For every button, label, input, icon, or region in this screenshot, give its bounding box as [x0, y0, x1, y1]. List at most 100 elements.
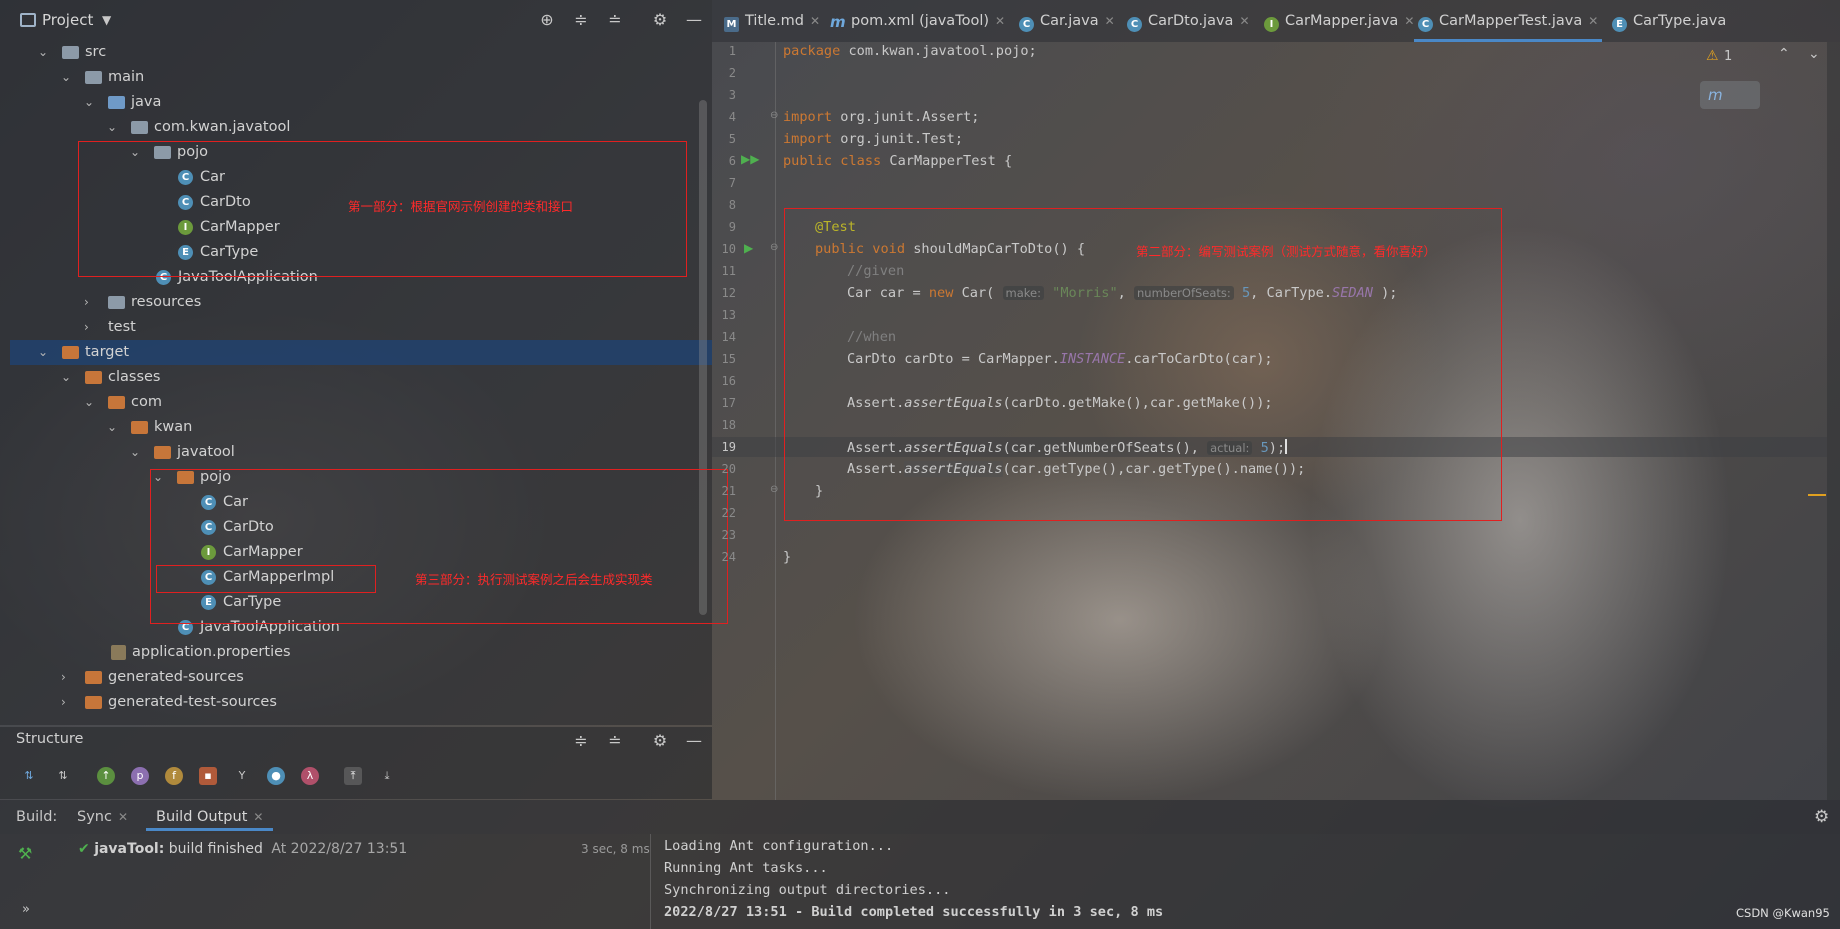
line-number: 2: [728, 66, 736, 80]
tree-label: classes: [108, 369, 161, 385]
fold-icon[interactable]: ⊖: [770, 484, 778, 495]
hammer-icon[interactable]: ⚒: [18, 844, 32, 863]
build-status-row[interactable]: ✔ javaTool: build finished At 2022/8/27 …: [78, 838, 650, 860]
collapse-all-icon[interactable]: ≐: [605, 731, 625, 751]
close-icon[interactable]: ✕: [1588, 14, 1598, 28]
code-line[interactable]: public class CarMapperTest {: [783, 153, 1012, 169]
chevron-right-icon[interactable]: ›: [84, 321, 96, 333]
close-icon[interactable]: ✕: [1105, 14, 1115, 28]
tree-label: main: [108, 69, 145, 85]
fields-icon[interactable]: f: [165, 767, 183, 785]
chevron-down-icon[interactable]: ⌄: [38, 46, 50, 58]
tree-item-javatool[interactable]: ⌄ javatool: [0, 440, 712, 465]
chevron-right-icon[interactable]: ›: [61, 671, 73, 683]
chevron-down-icon[interactable]: ⌄: [107, 421, 119, 433]
chevron-down-icon[interactable]: ⌄: [61, 71, 73, 83]
tab-title-md[interactable]: M Title.md ✕: [724, 0, 820, 42]
tab-carmappertest-java[interactable]: C CarMapperTest.java ✕: [1414, 0, 1603, 42]
tab-carmapper-java[interactable]: I CarMapper.java ✕: [1264, 0, 1414, 42]
code-line[interactable]: }: [783, 549, 791, 565]
tab-cartype-java[interactable]: E CarType.java: [1612, 0, 1726, 42]
project-view-icon[interactable]: [20, 13, 36, 27]
tree-label: target: [85, 344, 130, 360]
tree-label: application.properties: [132, 644, 291, 660]
inherited-icon[interactable]: ↑: [97, 767, 115, 785]
run-class-icon[interactable]: ▶▶: [741, 152, 759, 166]
chevron-down-icon[interactable]: ⌄: [38, 346, 50, 358]
collapse-all-icon[interactable]: ≐: [605, 10, 625, 30]
line-number: 13: [721, 308, 736, 322]
previous-highlight-icon[interactable]: ⌃: [1778, 46, 1790, 62]
tab-cardto-java[interactable]: C CarDto.java ✕: [1127, 0, 1250, 42]
editor-scrollbar-marker[interactable]: [1808, 494, 1826, 496]
line-number: 24: [721, 550, 736, 564]
chevron-down-icon[interactable]: ⌄: [61, 371, 73, 383]
tab-car-java[interactable]: C Car.java ✕: [1019, 0, 1115, 42]
chevron-down-icon[interactable]: ▼: [102, 13, 111, 27]
tree-item-generated-test-sources[interactable]: › generated-test-sources: [0, 690, 712, 715]
gear-icon[interactable]: ⚙: [650, 10, 670, 30]
gear-icon[interactable]: ⚙: [1814, 807, 1829, 827]
tree-item-classes[interactable]: ⌄ classes: [0, 365, 712, 390]
close-icon[interactable]: ✕: [1239, 14, 1249, 28]
tree-item-package[interactable]: ⌄ com.kwan.javatool: [0, 115, 712, 140]
circle-icon[interactable]: ●: [267, 767, 285, 785]
chevron-right-icon[interactable]: ›: [84, 296, 96, 308]
project-header: Project ▼ ⊕ ≑ ≐ ⚙ —: [0, 0, 712, 42]
minimize-icon[interactable]: —: [684, 10, 704, 30]
tree-item-target[interactable]: ⌄ target: [10, 340, 712, 365]
autoscroll-to-source-icon[interactable]: ⤒: [344, 767, 362, 785]
fold-icon[interactable]: ⊖: [770, 242, 778, 253]
warning-icon[interactable]: ⚠: [1706, 48, 1719, 64]
code-line[interactable]: import org.junit.Assert;: [783, 109, 979, 125]
autoscroll-from-source-icon[interactable]: ⤓: [378, 767, 396, 785]
tree-item-test[interactable]: › test: [0, 315, 712, 340]
chevron-down-icon[interactable]: ⌄: [84, 396, 96, 408]
tab-build-output[interactable]: Build Output ✕: [146, 800, 274, 831]
class-icon: C: [1019, 17, 1034, 32]
tree-item-com[interactable]: ⌄ com: [0, 390, 712, 415]
project-title[interactable]: Project: [42, 11, 93, 29]
chevron-right-icon[interactable]: ›: [61, 696, 73, 708]
sort-alpha-icon[interactable]: ⇅: [54, 767, 72, 785]
code-line[interactable]: package com.kwan.javatool.pojo;: [783, 43, 1037, 59]
code-line[interactable]: import org.junit.Test;: [783, 131, 963, 147]
gear-icon[interactable]: ⚙: [650, 731, 670, 751]
close-icon[interactable]: ✕: [118, 810, 128, 824]
tree-item-java[interactable]: ⌄ java: [0, 90, 712, 115]
output-divider[interactable]: [650, 834, 651, 929]
line-number: 21: [721, 484, 736, 498]
expand-all-icon[interactable]: ≑: [571, 731, 591, 751]
next-highlight-icon[interactable]: ⌄: [1808, 46, 1820, 62]
properties-icon[interactable]: p: [131, 767, 149, 785]
tab-pom-xml[interactable]: m pom.xml (javaTool) ✕: [830, 0, 1005, 42]
tree-item-kwan[interactable]: ⌄ kwan: [0, 415, 712, 440]
lock-icon[interactable]: ▪: [199, 767, 217, 785]
sort-visibility-icon[interactable]: ⇅: [20, 767, 38, 785]
tab-sync[interactable]: Sync ✕: [77, 809, 128, 825]
fold-icon[interactable]: ⊖: [770, 110, 778, 121]
chevron-down-icon[interactable]: ⌄: [130, 446, 142, 458]
run-test-icon[interactable]: ▶: [744, 241, 753, 255]
chevron-down-icon[interactable]: ⌄: [107, 121, 119, 133]
tree-item-properties[interactable]: application.properties: [0, 640, 712, 665]
minimize-icon[interactable]: —: [684, 731, 704, 751]
warning-count[interactable]: 1: [1724, 49, 1732, 64]
locate-icon[interactable]: ⊕: [537, 10, 557, 30]
expand-icon[interactable]: »: [22, 902, 30, 917]
folder-icon: [85, 371, 102, 384]
close-icon[interactable]: ✕: [995, 14, 1005, 28]
tree-item-resources[interactable]: › resources: [0, 290, 712, 315]
lambda-icon[interactable]: λ: [301, 767, 319, 785]
maven-reload-icon[interactable]: m: [1700, 81, 1760, 109]
close-icon[interactable]: ✕: [810, 14, 820, 28]
expand-all-icon[interactable]: ≑: [571, 10, 591, 30]
tree-item-generated-sources[interactable]: › generated-sources: [0, 665, 712, 690]
close-icon[interactable]: ✕: [253, 810, 263, 824]
chevron-down-icon[interactable]: ⌄: [84, 96, 96, 108]
anonymous-icon[interactable]: Y: [233, 767, 251, 785]
close-icon[interactable]: ✕: [1404, 14, 1414, 28]
tree-item-src[interactable]: ⌄ src: [0, 40, 712, 65]
tree-item-main[interactable]: ⌄ main: [0, 65, 712, 90]
build-output-panel: ⚒ » ✔ javaTool: build finished At 2022/8…: [0, 834, 1840, 929]
